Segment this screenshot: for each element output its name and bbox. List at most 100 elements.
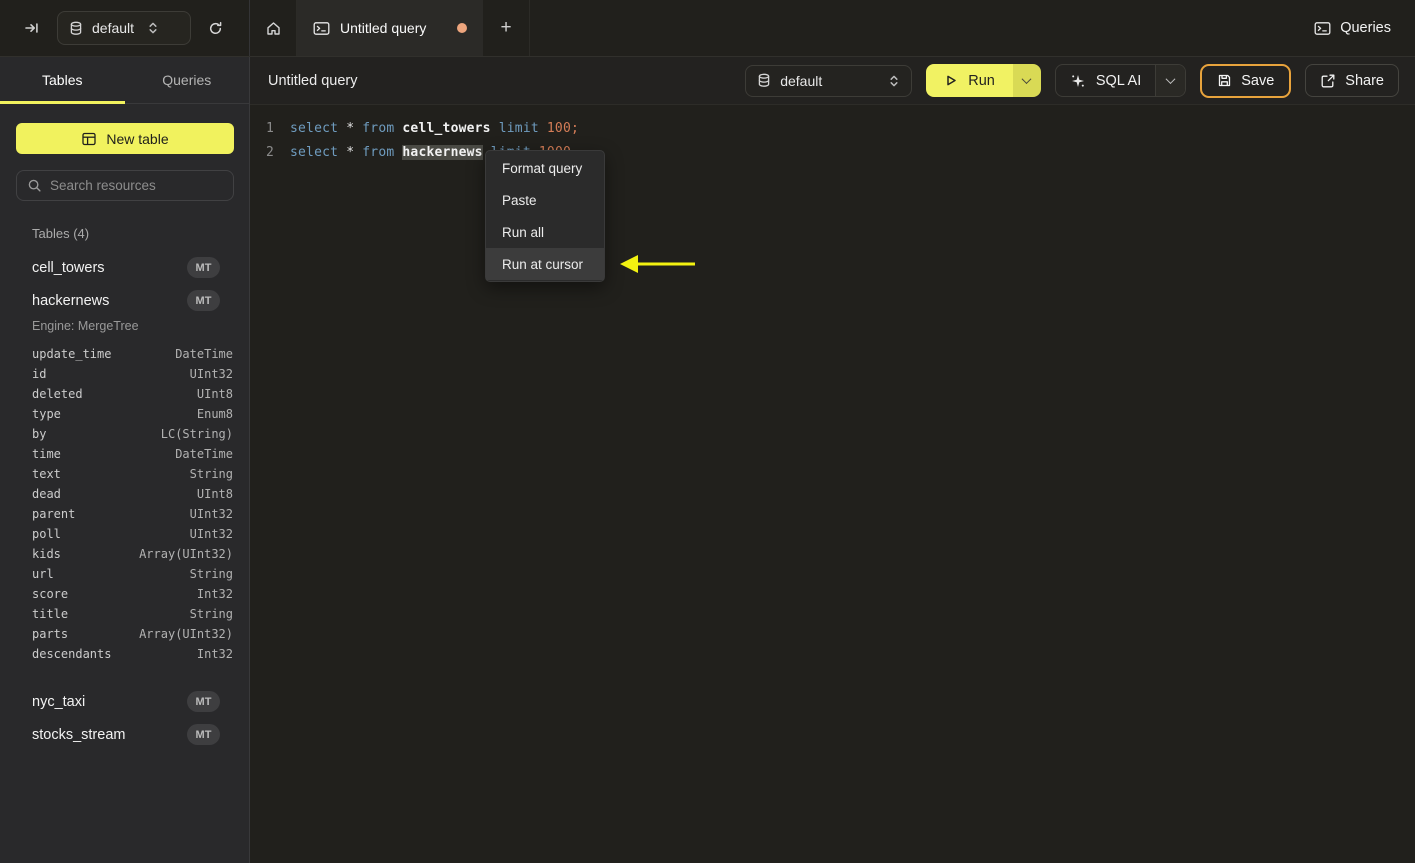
run-button[interactable]: Run <box>926 64 1013 97</box>
table-row-hackernews[interactable]: hackernews MT <box>16 289 233 312</box>
collapse-sidebar-button[interactable] <box>24 20 40 36</box>
column-type: DateTime <box>175 447 233 461</box>
collapse-sidebar-icon <box>24 20 40 36</box>
column-row[interactable]: text String <box>32 464 233 484</box>
column-name: by <box>32 427 47 441</box>
save-label: Save <box>1241 72 1275 89</box>
tab-strip: Untitled query + <box>250 0 530 56</box>
search-input[interactable] <box>50 178 223 193</box>
code-line[interactable]: 1 select * from cell_towers limit 100; <box>250 116 1415 140</box>
column-row[interactable]: parts Array(UInt32) <box>32 624 233 644</box>
toolbar-actions: default Run SQL AI Save Share <box>745 63 1399 98</box>
context-menu: Format query Paste Run all Run at cursor <box>485 150 605 282</box>
column-row[interactable]: id UInt32 <box>32 364 233 384</box>
code-token: 100; <box>546 120 580 136</box>
engine-badge: MT <box>187 257 220 278</box>
updown-chevrons-icon <box>888 74 900 88</box>
menu-item-paste[interactable]: Paste <box>486 184 604 216</box>
toolbar-database-selector[interactable]: default <box>745 64 913 97</box>
column-name: parts <box>32 627 69 641</box>
column-type: String <box>189 467 233 481</box>
table-row-nyc-taxi[interactable]: nyc_taxi MT <box>16 690 233 713</box>
column-row[interactable]: descendants Int32 <box>32 644 233 664</box>
column-name: deleted <box>32 387 83 401</box>
column-name: time <box>32 447 61 461</box>
share-button[interactable]: Share <box>1305 64 1399 97</box>
new-tab-button[interactable]: + <box>483 0 530 56</box>
queries-top-button[interactable]: Queries <box>1314 0 1391 56</box>
search-icon <box>27 178 42 193</box>
column-row[interactable]: type Enum8 <box>32 404 233 424</box>
column-row[interactable]: by LC(String) <box>32 424 233 444</box>
column-name: update_time <box>32 347 112 361</box>
topbar: default Untitled query + Queries <box>0 0 1415 57</box>
table-row-cell-towers[interactable]: cell_towers MT <box>16 256 233 279</box>
queries-top-label: Queries <box>1340 20 1391 36</box>
code-token: cell_towers <box>402 120 491 136</box>
column-row[interactable]: dead UInt8 <box>32 484 233 504</box>
engine-badge: MT <box>187 691 220 712</box>
refresh-button[interactable] <box>207 20 224 37</box>
code-token: select <box>290 120 339 136</box>
column-row[interactable]: title String <box>32 604 233 624</box>
home-button[interactable] <box>250 0 297 56</box>
code-token: select <box>290 144 339 160</box>
code-token: * <box>338 144 363 160</box>
sql-editor[interactable]: 1 select * from cell_towers limit 100; 2 se… <box>250 105 1415 863</box>
column-row[interactable]: poll UInt32 <box>32 524 233 544</box>
column-type: Int32 <box>196 647 233 661</box>
column-type: LC(String) <box>160 427 233 441</box>
tab-label: Untitled query <box>340 20 427 36</box>
run-label: Run <box>968 72 995 89</box>
code-line[interactable]: 2select * from hackernews limit 1000 <box>250 140 1415 164</box>
database-selector[interactable]: default <box>57 11 191 45</box>
column-name: text <box>32 467 61 481</box>
column-list: update_time DateTime id UInt32 deleted UInt8 t… <box>32 344 233 664</box>
query-toolbar: Untitled query default Run SQL AI Save S… <box>250 57 1415 105</box>
column-type: UInt32 <box>189 507 233 521</box>
query-title: Untitled query <box>268 72 358 89</box>
table-name: stocks_stream <box>32 726 126 743</box>
run-options-button[interactable] <box>1012 64 1041 97</box>
code-token: from <box>362 144 395 160</box>
sql-ai-options-button[interactable] <box>1155 65 1186 96</box>
terminal-icon <box>313 21 330 36</box>
column-row[interactable]: score Int32 <box>32 584 233 604</box>
refresh-icon <box>207 20 224 37</box>
sidebar: Tables Queries New table Tables (4) cell… <box>0 57 250 863</box>
unsaved-dot <box>457 23 467 33</box>
table-row-stocks-stream[interactable]: stocks_stream MT <box>16 723 233 746</box>
column-row[interactable]: deleted UInt8 <box>32 384 233 404</box>
sidebar-tab-tables[interactable]: Tables <box>0 57 125 104</box>
save-button[interactable]: Save <box>1200 63 1292 98</box>
play-icon <box>944 73 958 88</box>
menu-item-run-all[interactable]: Run all <box>486 216 604 248</box>
column-name: kids <box>32 547 61 561</box>
main-area: Tables Queries New table Tables (4) cell… <box>0 57 1415 863</box>
column-row[interactable]: kids Array(UInt32) <box>32 544 233 564</box>
column-name: descendants <box>32 647 112 661</box>
column-type: String <box>189 607 233 621</box>
sql-ai-button[interactable]: SQL AI <box>1056 65 1155 96</box>
column-name: title <box>32 607 69 621</box>
sidebar-tabs: Tables Queries <box>0 57 249 104</box>
sidebar-tab-queries[interactable]: Queries <box>125 57 250 103</box>
database-icon <box>757 73 771 88</box>
queries-terminal-icon <box>1314 21 1331 36</box>
column-row[interactable]: update_time DateTime <box>32 344 233 364</box>
share-export-icon <box>1320 73 1336 89</box>
line-number: 2 <box>265 144 274 160</box>
column-type: Enum8 <box>196 407 233 421</box>
tab-untitled-query[interactable]: Untitled query <box>297 0 483 56</box>
new-table-button[interactable]: New table <box>16 123 234 154</box>
column-name: type <box>32 407 61 421</box>
code-text: select * from cell_towers limit 100; <box>290 121 579 136</box>
menu-item-run-at-cursor[interactable]: Run at cursor <box>486 248 604 280</box>
code-token: from <box>362 120 395 136</box>
column-type: Array(UInt32) <box>139 547 233 561</box>
column-row[interactable]: time DateTime <box>32 444 233 464</box>
column-row[interactable]: url String <box>32 564 233 584</box>
column-row[interactable]: parent UInt32 <box>32 504 233 524</box>
run-split-button: Run <box>926 64 1041 97</box>
menu-item-format-query[interactable]: Format query <box>486 152 604 184</box>
